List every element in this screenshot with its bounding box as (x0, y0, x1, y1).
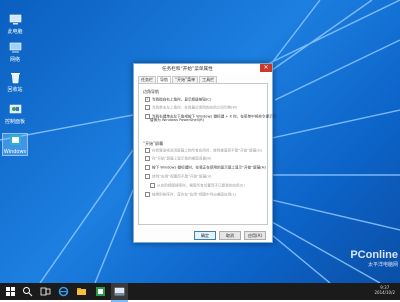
apply-button[interactable]: 应用(A) (244, 231, 266, 240)
tab-taskbar[interactable]: 任务栏 (138, 76, 156, 83)
tab-start-menu[interactable]: “开始”菜单 (172, 76, 199, 83)
desktop: 此电脑 网络 回收站 控制面板 Windows 任务栏和“开始”菜单属性 ✕ 任… (0, 0, 400, 283)
option-switch-recent-apps[interactable]: 当我单击左上角时，在我最近使用的应用之间切换(W) (145, 104, 237, 110)
option-search-everywhere[interactable]: 从应用视图搜索时，搜索所有位置而不只是我的应用(E) (150, 182, 245, 188)
checkbox-icon[interactable] (145, 147, 150, 153)
checkbox-icon[interactable] (145, 173, 150, 179)
option-list-desktop-apps-first[interactable]: 按类别排序时，首先在“应用”视图中列出桌面应用(L) (145, 191, 236, 197)
desktop-icon-recycle-bin[interactable]: 回收站 (3, 72, 27, 93)
close-button[interactable]: ✕ (260, 64, 272, 72)
checkbox-checked-icon[interactable]: ✓ (145, 96, 150, 102)
option-desktop-background[interactable]: 在“开始”屏幕上显示我的桌面背景(B) (145, 155, 211, 161)
computer-icon (9, 14, 21, 25)
dialog-tabs: 任务栏 导航 “开始”菜单 工具栏 (138, 76, 218, 84)
option-go-to-desktop[interactable]: 在我登录或关闭屏幕上的所有应用时，转到桌面而不是“开始”屏幕(G) (145, 147, 262, 153)
section-start-screen: “开始”屏幕 (143, 141, 164, 146)
search-icon[interactable] (22, 286, 33, 297)
section-corner-navigation: 边角导航 (143, 89, 159, 94)
file-explorer-icon[interactable] (76, 286, 87, 297)
navigation-panel: 边角导航 ✓ 当我指向右上角时，显示超级按钮(C) 当我单击左上角时，在我最近使用… (138, 83, 276, 225)
desktop-icon-this-pc[interactable]: 此电脑 (3, 14, 27, 35)
dialog-titlebar[interactable]: 任务栏和“开始”菜单属性 ✕ (134, 64, 272, 73)
checkbox-icon[interactable] (150, 182, 155, 188)
windows-logo-icon[interactable] (5, 286, 16, 297)
internet-explorer-icon[interactable] (58, 286, 69, 297)
option-start-on-current-display[interactable]: 按下 Windows 徽标键时，在我正在使用的显示屏上显示“开始”屏幕(H) (145, 164, 266, 170)
option-apps-view[interactable]: 转到“应用”视图而不是“开始”屏幕(V) (145, 173, 211, 179)
taskbar: 9:37 2014/10/2 (0, 283, 400, 302)
taskbar-properties-dialog: 任务栏和“开始”菜单属性 ✕ 任务栏 导航 “开始”菜单 工具栏 边角导航 ✓ 当… (133, 63, 276, 243)
tab-toolbars[interactable]: 工具栏 (199, 76, 218, 83)
desktop-icon-windows[interactable]: Windows (2, 133, 28, 156)
desktop-icon-label: 此电脑 (7, 29, 23, 35)
app-shortcut-icon (9, 135, 21, 145)
checkbox-icon[interactable] (145, 191, 150, 197)
option-powershell-cont: 替换为 Windows PowerShell(R) (150, 118, 205, 122)
desktop-icon-label: 回收站 (7, 87, 23, 93)
desktop-icon-label: 控制面板 (4, 119, 25, 125)
desktop-icon-network[interactable]: 网络 (3, 42, 27, 63)
checkbox-icon[interactable] (145, 104, 150, 110)
task-view-icon[interactable] (40, 286, 51, 297)
watermark-sub: 太平洋电脑网 (367, 262, 398, 268)
taskbar-active-app[interactable] (111, 283, 128, 302)
desktop-icon-label: Windows (3, 149, 27, 155)
system-clock[interactable]: 9:37 2014/10/2 (374, 285, 395, 295)
desktop-icon-control-panel[interactable]: 控制面板 (3, 104, 27, 125)
recycle-bin-icon (10, 73, 20, 84)
taskbar-properties-icon (114, 287, 125, 296)
watermark: PConline 太平洋电脑网 (350, 249, 398, 268)
clock-date: 2014/10/2 (374, 290, 395, 295)
checkbox-icon[interactable] (145, 155, 150, 161)
control-panel-icon (9, 104, 21, 114)
checkbox-icon[interactable] (145, 164, 150, 170)
store-icon[interactable] (95, 286, 106, 297)
desktop-icon-label: 网络 (9, 57, 20, 63)
dialog-title: 任务栏和“开始”菜单属性 (162, 67, 213, 72)
cancel-button[interactable]: 取消 (219, 231, 241, 240)
ok-button[interactable]: 确定 (194, 231, 216, 240)
watermark-brand: PConline (350, 249, 398, 261)
close-icon: ✕ (263, 64, 269, 71)
option-show-charms[interactable]: ✓ 当我指向右上角时，显示超级按钮(C) (145, 96, 211, 102)
network-icon (9, 42, 21, 53)
